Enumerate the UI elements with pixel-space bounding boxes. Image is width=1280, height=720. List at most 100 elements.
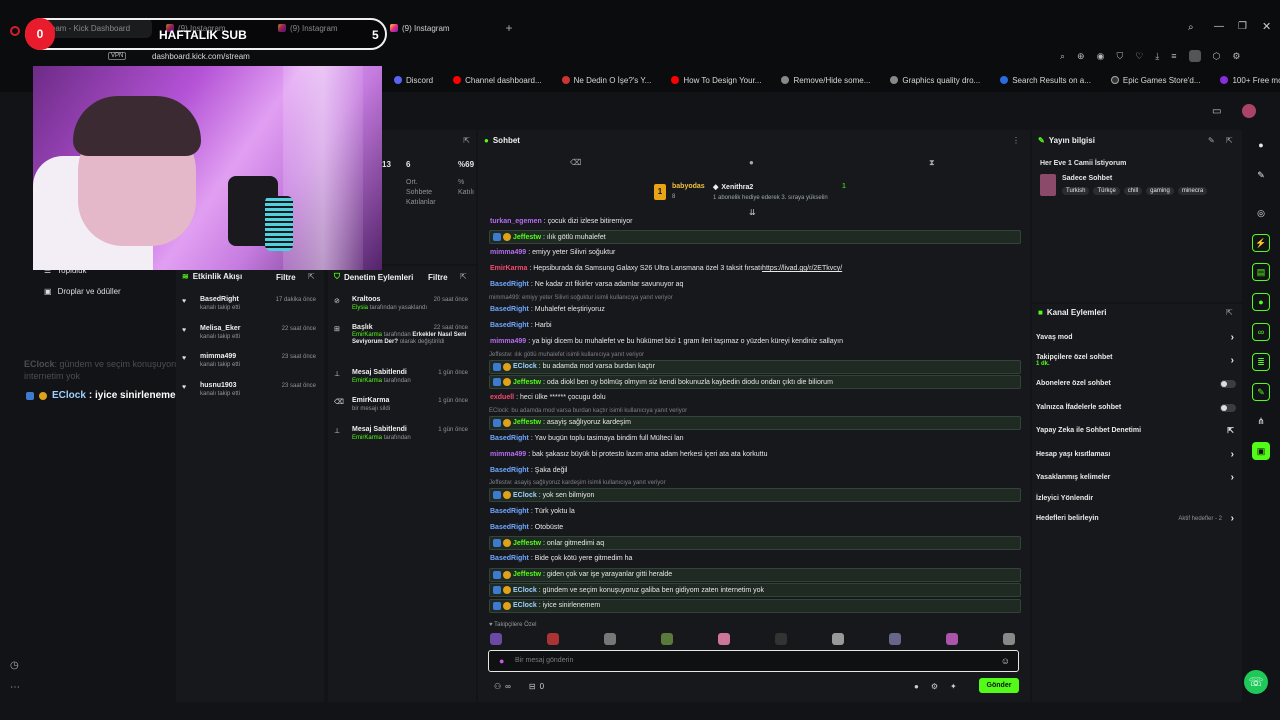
- pencil-icon[interactable]: ✎: [1252, 166, 1270, 184]
- chat-link[interactable]: https://livad.gg/r/2ETkvcy/: [762, 265, 842, 272]
- microphone-icon[interactable]: ●: [499, 656, 504, 666]
- gift-box-icon[interactable]: ✦: [950, 682, 957, 691]
- new-tab-button[interactable]: +: [503, 22, 515, 34]
- bookmark-how-to-design[interactable]: How To Design Your...: [661, 76, 771, 85]
- chat-message[interactable]: turkan_egemen: çocuk dizi izlese bitirem…: [489, 214, 1021, 228]
- chat-username[interactable]: turkan_egemen: [490, 218, 542, 225]
- emote-icon[interactable]: [490, 633, 502, 645]
- settings-icon[interactable]: ⚙: [931, 682, 938, 691]
- chat-username[interactable]: BasedRight: [490, 467, 529, 474]
- chat-username[interactable]: BasedRight: [490, 555, 529, 562]
- nav-drops[interactable]: ▣ Droplar ve ödüller: [44, 287, 121, 296]
- emoji-icon[interactable]: ☺: [1001, 656, 1010, 666]
- leaderboard-user[interactable]: babyodas: [672, 183, 705, 190]
- emote-icon[interactable]: [832, 633, 844, 645]
- tag[interactable]: gaming: [1146, 187, 1174, 195]
- infinity-icon[interactable]: ∞: [505, 682, 511, 691]
- trash-icon[interactable]: ⌫: [570, 158, 581, 167]
- info-icon[interactable]: ●: [1252, 136, 1270, 154]
- filter-button[interactable]: Filtre: [428, 273, 448, 282]
- chat-username[interactable]: BasedRight: [490, 322, 529, 329]
- chat-username[interactable]: EmirKarma: [490, 265, 527, 272]
- chat-message[interactable]: Jeffestw: oda diokl ben oy bölmüş olmyım…: [489, 375, 1021, 390]
- chat-message[interactable]: Jeffestw: giden çok var işe yarayanlar g…: [489, 567, 1021, 582]
- chat-message[interactable]: mimma499: bak şakasız büyük bi protesto …: [489, 447, 1021, 461]
- filter-button[interactable]: Filtre: [276, 273, 296, 282]
- toggle-switch[interactable]: [1220, 403, 1236, 412]
- support-chat-button[interactable]: ☏: [1244, 670, 1268, 694]
- popout-icon[interactable]: ⇱: [308, 272, 315, 281]
- speech-bubble-icon[interactable]: ●: [749, 158, 754, 167]
- edit-icon[interactable]: ✎: [1208, 136, 1215, 145]
- chat-message[interactable]: BasedRight: Muhalefet eleştiriyoruz: [489, 303, 1021, 317]
- chat-message[interactable]: BasedRight: Ne kadar zıt fikirler varsa …: [489, 278, 1021, 292]
- emote-icon[interactable]: [547, 633, 559, 645]
- wrench-icon[interactable]: ✎: [1252, 383, 1270, 401]
- chat-username[interactable]: Jeffestw: [513, 379, 541, 386]
- search-icon[interactable]: ⌕: [1060, 51, 1065, 62]
- bookmark-discord[interactable]: Discord: [384, 76, 443, 85]
- more-icon[interactable]: ⋯: [10, 682, 20, 693]
- bookmark-search-results[interactable]: Search Results on a...: [990, 76, 1101, 85]
- gift-icon[interactable]: ⊟: [529, 682, 536, 691]
- chat-message[interactable]: BasedRight: Şaka değil: [489, 463, 1021, 477]
- chat-username[interactable]: Jeffestw: [513, 234, 541, 241]
- chat-message[interactable]: EClock: yok sen bilmiyon: [489, 488, 1021, 503]
- lightning-icon[interactable]: ⚡: [1252, 234, 1270, 252]
- chat-username[interactable]: mimma499: [490, 338, 526, 345]
- channel-action-3[interactable]: Yalnızca İfadelerle sohbet: [1036, 403, 1236, 412]
- popout-icon[interactable]: ⇱: [463, 136, 470, 145]
- popout-icon[interactable]: ⇱: [460, 272, 467, 281]
- chat-icon[interactable]: ●: [1252, 293, 1270, 311]
- chat-message[interactable]: EClock: iyice sinirlenemem: [489, 598, 1021, 613]
- vpn-badge[interactable]: VPN: [108, 52, 127, 60]
- chat-message[interactable]: EClock: bu adamda mod varsa burdan kaçtı…: [489, 359, 1021, 374]
- channel-action-7[interactable]: İzleyici Yönlendir: [1036, 495, 1236, 502]
- camera-icon[interactable]: ◉: [1097, 51, 1105, 62]
- bookmark-graphics-quality[interactable]: Graphics quality dro...: [880, 76, 990, 85]
- opera-logo-icon[interactable]: [10, 26, 20, 36]
- document-icon[interactable]: ▤: [1252, 263, 1270, 281]
- bookmark-motion[interactable]: 100+ Free motion g...: [1210, 76, 1280, 85]
- tag[interactable]: chill: [1123, 187, 1143, 195]
- channel-action-5[interactable]: Hesap yaşı kısıtlaması ›: [1036, 449, 1236, 460]
- studio-icon[interactable]: ▭: [1212, 106, 1221, 117]
- chat-message[interactable]: BasedRight: Yav bugün toplu tasimaya bin…: [489, 431, 1021, 445]
- emote-icon[interactable]: [718, 633, 730, 645]
- chat-username[interactable]: Jeffestw: [513, 571, 541, 578]
- chat-username[interactable]: Jeffestw: [513, 540, 541, 547]
- channel-action-4[interactable]: Yapay Zeka ile Sohbet Denetimi ⇱: [1036, 426, 1236, 435]
- chat-username[interactable]: Jeffestw: [513, 419, 541, 426]
- chat-username[interactable]: EClock: [513, 602, 537, 609]
- link-icon[interactable]: ∞: [1252, 323, 1270, 341]
- chat-message[interactable]: mimma499: ya bigi dicem bu muhalefet ve …: [489, 335, 1021, 349]
- chat-message[interactable]: Jeffestw: asayiş sağlıyoruz kardeşim: [489, 415, 1021, 430]
- emote-icon[interactable]: [775, 633, 787, 645]
- send-button[interactable]: Gönder: [979, 678, 1019, 693]
- url-input[interactable]: dashboard.kick.com/stream: [152, 52, 250, 61]
- users-icon[interactable]: ⚇: [494, 682, 501, 691]
- maximize-button[interactable]: ❐: [1238, 21, 1247, 32]
- minimize-button[interactable]: —: [1214, 21, 1224, 32]
- zoom-icon[interactable]: ⊕: [1077, 51, 1085, 62]
- channel-action-8[interactable]: Hedefleri belirleyin Aktif hedefler - 2 ›: [1036, 513, 1236, 524]
- download-icon[interactable]: ⤓: [1155, 51, 1159, 62]
- hourglass-icon[interactable]: ⧗: [929, 158, 935, 168]
- chat-username[interactable]: EClock: [513, 363, 537, 370]
- chat-message[interactable]: EClock: gündem ve seçim konuşuyoruz gali…: [489, 583, 1021, 598]
- bookmark-ne-dedin[interactable]: Ne Dedin O İşe?'s Y...: [552, 76, 662, 85]
- toggle-switch[interactable]: [1220, 379, 1236, 388]
- chat-menu-icon[interactable]: ⋮: [1012, 136, 1020, 145]
- emote-icon[interactable]: [661, 633, 673, 645]
- user-avatar[interactable]: [1242, 104, 1256, 118]
- list-icon[interactable]: ≣: [1252, 353, 1270, 371]
- channel-action-0[interactable]: Yavaş mod ›: [1036, 332, 1236, 343]
- chat-username[interactable]: EClock: [513, 587, 537, 594]
- chat-message[interactable]: BasedRight: Türk yoktu la: [489, 504, 1021, 518]
- chat-username[interactable]: BasedRight: [490, 435, 529, 442]
- shield-icon[interactable]: ⛉: [1116, 51, 1123, 62]
- chat-username[interactable]: BasedRight: [490, 281, 529, 288]
- close-window-button[interactable]: ✕: [1262, 20, 1271, 33]
- chat-username[interactable]: mimma499: [490, 249, 526, 256]
- channel-action-6[interactable]: Yasaklanmış kelimeler ›: [1036, 472, 1236, 483]
